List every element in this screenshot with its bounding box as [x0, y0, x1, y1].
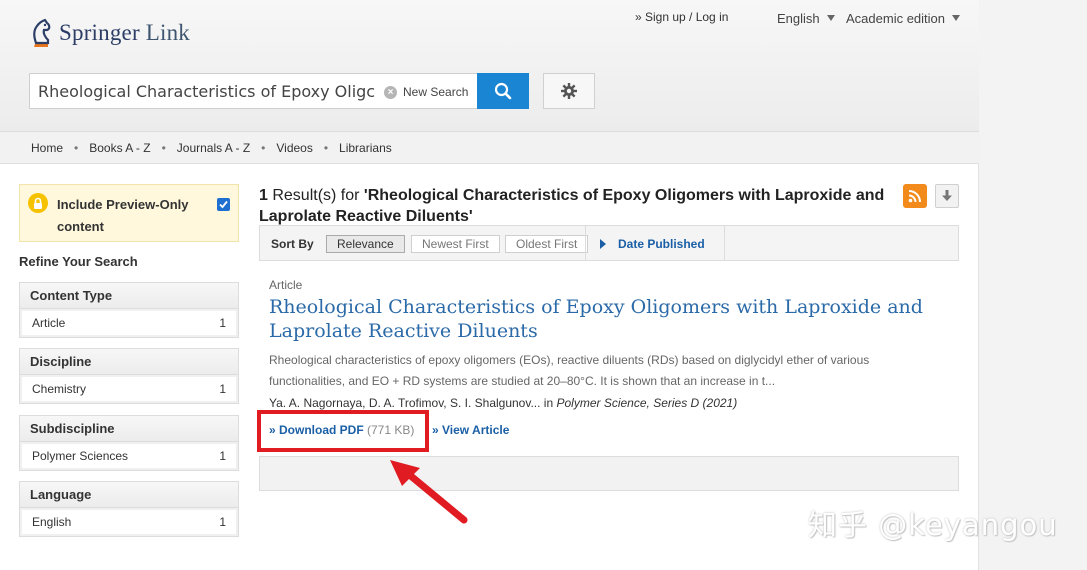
settings-button[interactable] [543, 73, 595, 109]
edition-selector[interactable]: Academic edition [846, 11, 960, 26]
facet-subdiscipline: Subdiscipline Polymer Sciences 1 [19, 415, 239, 471]
header: Springer Link » Sign up / Log in English… [0, 0, 979, 132]
facet-item-label: Polymer Sciences [32, 449, 129, 463]
main-nav: Home • Books A - Z • Journals A - Z • Vi… [0, 132, 979, 164]
page: Springer Link » Sign up / Log in English… [0, 0, 979, 570]
nav-separator: • [161, 140, 166, 155]
download-icon [942, 190, 952, 201]
signup-login-link[interactable]: » Sign up / Log in [635, 10, 728, 24]
nav-videos[interactable]: Videos [276, 141, 312, 155]
results-heading: 1 Result(s) for 'Rheological Characteris… [259, 185, 909, 227]
nav-separator: • [261, 140, 266, 155]
chevron-down-icon [826, 15, 835, 21]
sort-bar: Sort By Relevance Newest First Oldest Fi… [259, 225, 959, 261]
author-list[interactable]: Ya. A. Nagornaya, D. A. Trofimov, S. I. … [269, 396, 556, 410]
date-published-toggle[interactable]: Date Published [600, 237, 705, 251]
watermark: 知乎 @keyangou [808, 508, 1058, 542]
preview-only-checkbox[interactable] [217, 198, 230, 211]
sort-divider [585, 226, 586, 260]
nav-librarians[interactable]: Librarians [339, 141, 392, 155]
facet-item[interactable]: Chemistry 1 [22, 377, 236, 401]
publication-link[interactable]: Polymer Science, Series D (2021) [556, 396, 737, 410]
date-published-label: Date Published [618, 237, 705, 251]
refine-search-heading: Refine Your Search [19, 254, 138, 269]
rss-feed-button[interactable] [903, 184, 927, 208]
rss-icon [908, 190, 921, 203]
chevron-right-icon [600, 239, 606, 249]
nav-books[interactable]: Books A - Z [89, 141, 150, 155]
result-label: Result(s) for [267, 187, 364, 204]
nav-separator: • [323, 140, 329, 155]
article-snippet: Rheological characteristics of epoxy oli… [269, 353, 870, 388]
sort-oldest-button[interactable]: Oldest First [505, 235, 589, 253]
search-icon [494, 82, 512, 100]
facet-item-count: 1 [219, 515, 226, 529]
facet-item-count: 1 [219, 316, 226, 330]
nav-journals[interactable]: Journals A - Z [177, 141, 250, 155]
nav-separator: • [74, 140, 79, 155]
clear-search-icon[interactable]: × [384, 86, 397, 99]
preview-only-filter: Include Preview-Only content [19, 184, 239, 242]
facet-item-count: 1 [219, 449, 226, 463]
facet-item[interactable]: English 1 [22, 510, 236, 534]
facet-title: Language [20, 482, 238, 508]
facet-title: Subdiscipline [20, 416, 238, 442]
preview-only-label: Include Preview-Only content [57, 197, 189, 234]
edition-label: Academic edition [846, 11, 945, 26]
article-title-link[interactable]: Rheological Characteristics of Epoxy Oli… [269, 295, 929, 343]
logo-springer-text: Springer [59, 20, 140, 45]
new-search-link[interactable]: New Search [403, 85, 468, 99]
logo-link-text: Link [145, 20, 191, 45]
red-arrow-annotation [390, 460, 468, 524]
language-label: English [777, 11, 820, 26]
article-authors: Ya. A. Nagornaya, D. A. Trofimov, S. I. … [269, 396, 737, 410]
language-selector[interactable]: English [777, 11, 835, 26]
facet-item-label: English [32, 515, 72, 529]
facet-title: Content Type [20, 283, 238, 309]
sort-newest-button[interactable]: Newest First [411, 235, 500, 253]
view-article-link[interactable]: » View Article [432, 423, 509, 437]
facet-item-label: Chemistry [32, 382, 87, 396]
facet-item[interactable]: Article 1 [22, 311, 236, 335]
right-gutter [980, 0, 1087, 570]
sort-relevance-button[interactable]: Relevance [326, 235, 405, 253]
chevron-down-icon [952, 15, 960, 21]
facet-title: Discipline [20, 349, 238, 375]
check-icon [219, 200, 228, 209]
facet-item[interactable]: Polymer Sciences 1 [22, 444, 236, 468]
gear-icon [561, 83, 577, 99]
download-results-button[interactable] [935, 184, 959, 208]
facet-content-type: Content Type Article 1 [19, 282, 239, 338]
highlight-box [257, 410, 429, 452]
result-count: 1 [259, 187, 268, 204]
facet-item-label: Article [32, 316, 66, 330]
facet-discipline: Discipline Chemistry 1 [19, 348, 239, 404]
search-box: Rheological Characteristics of Epoxy Oli… [29, 73, 478, 109]
facet-language: Language English 1 [19, 481, 239, 537]
facet-item-count: 1 [219, 382, 226, 396]
search-button[interactable] [477, 73, 529, 109]
springer-horse-icon [33, 18, 51, 47]
content-type-label: Article [269, 278, 303, 292]
nav-home[interactable]: Home [31, 141, 63, 155]
sort-divider [724, 226, 725, 260]
springer-logo[interactable]: Springer Link [28, 17, 190, 49]
lock-icon [28, 193, 48, 213]
search-input[interactable]: Rheological Characteristics of Epoxy Oli… [30, 74, 375, 108]
sort-by-label: Sort By [271, 237, 314, 251]
results-footer-panel [259, 456, 959, 491]
